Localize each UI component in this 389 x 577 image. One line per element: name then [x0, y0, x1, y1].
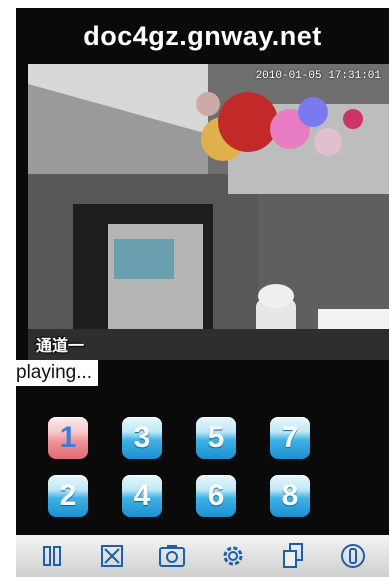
channel-pad: 1 3 5 7 2 4 6 8 [16, 403, 389, 533]
channel-2-label: 2 [59, 479, 77, 512]
video-feed[interactable]: 2010-01-05 17:31:01 通道一 [28, 64, 389, 360]
info-icon [340, 544, 365, 568]
channel-8-button[interactable]: 8 [270, 475, 310, 517]
settings-button[interactable] [218, 541, 248, 571]
channel-6-button[interactable]: 6 [196, 475, 236, 517]
title-bar: doc4gz.gnway.net [16, 8, 389, 64]
video-channel-label: 通道一 [36, 338, 85, 355]
app-window: doc4gz.gnway.net 2010-01-05 17:31:01 通道一… [16, 8, 389, 577]
status-text: playing... [16, 360, 99, 386]
channel-6-label: 6 [207, 479, 225, 512]
channel-1-button[interactable]: 1 [48, 417, 88, 459]
snapshot-button[interactable] [157, 541, 187, 571]
status-bar: playing... [16, 360, 389, 386]
camera-frame-image [28, 64, 389, 360]
stop-button[interactable] [97, 541, 127, 571]
channel-5-button[interactable]: 5 [196, 417, 236, 459]
switch-view-button[interactable] [278, 541, 308, 571]
info-button[interactable] [338, 541, 368, 571]
bottom-toolbar [16, 535, 389, 577]
camera-icon [159, 545, 186, 567]
channel-5-label: 5 [207, 421, 225, 454]
settings-icon [223, 546, 243, 566]
channel-4-label: 4 [133, 479, 151, 512]
channel-7-button[interactable]: 7 [270, 417, 310, 459]
channel-2-button[interactable]: 2 [48, 475, 88, 517]
channel-4-button[interactable]: 4 [122, 475, 162, 517]
stop-icon [101, 545, 124, 567]
channel-7-label: 7 [281, 421, 299, 454]
pause-button[interactable] [37, 541, 67, 571]
channel-8-label: 8 [281, 479, 299, 512]
pause-icon [43, 546, 62, 566]
channel-3-button[interactable]: 3 [122, 417, 162, 459]
channel-1-label: 1 [59, 421, 77, 454]
copy-icon [282, 543, 303, 568]
video-timestamp: 2010-01-05 17:31:01 [255, 70, 381, 82]
channel-3-label: 3 [133, 421, 151, 454]
page-title: doc4gz.gnway.net [83, 20, 322, 51]
